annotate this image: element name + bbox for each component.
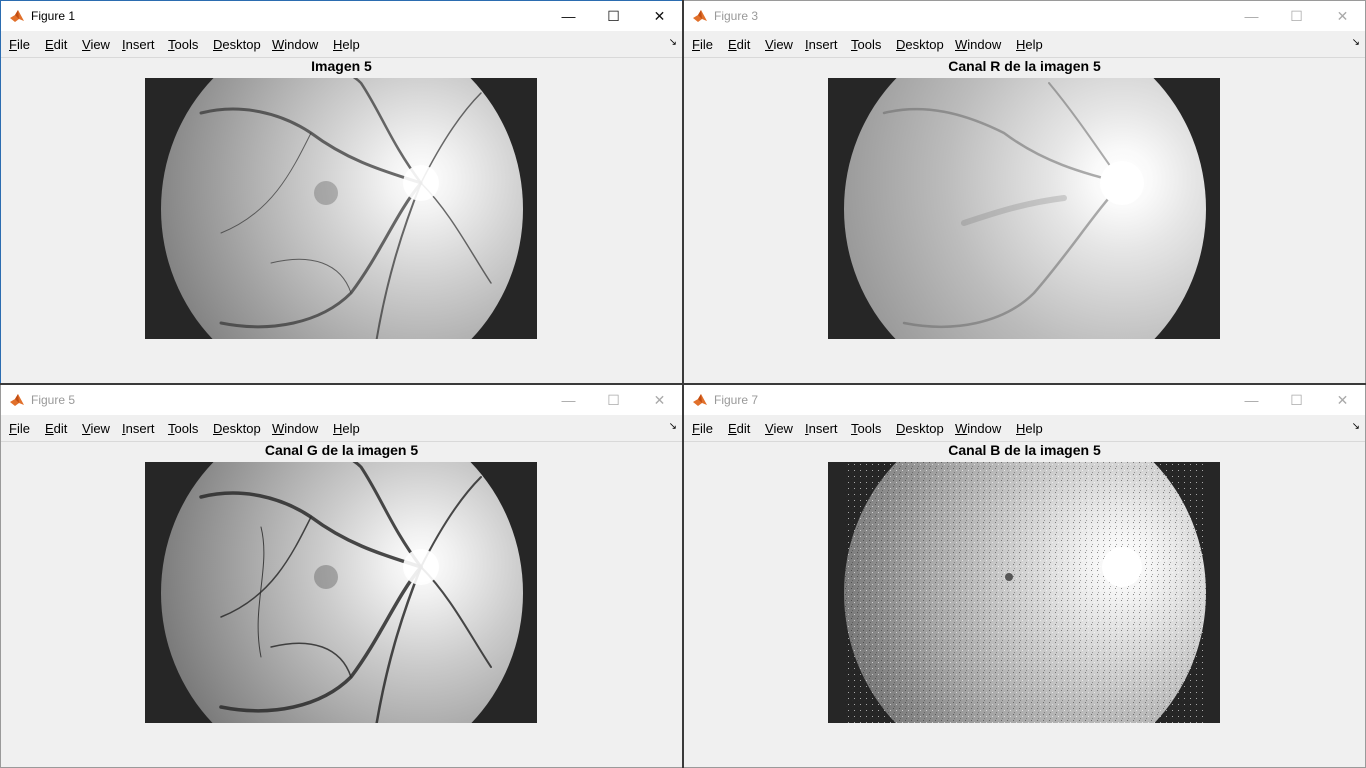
maximize-icon: ☐ — [1290, 391, 1303, 408]
matlab-icon — [10, 394, 24, 406]
menu-window[interactable]: Window — [955, 421, 1001, 436]
maximize-button[interactable]: ☐ — [1274, 385, 1319, 415]
menu-file[interactable]: File — [9, 37, 30, 52]
close-icon: ✕ — [1336, 391, 1349, 408]
image-axes[interactable] — [145, 78, 537, 339]
window-title: Figure 7 — [714, 393, 759, 407]
plot-title: Canal R de la imagen 5 — [948, 58, 1101, 74]
menu-tools[interactable]: Tools — [851, 421, 881, 436]
fundus-image — [161, 462, 523, 723]
menu-edit[interactable]: Edit — [45, 37, 67, 52]
dock-arrow-icon[interactable]: ↘ — [1352, 37, 1360, 48]
menu-tools[interactable]: Tools — [851, 37, 881, 52]
dock-arrow-icon[interactable]: ↘ — [669, 421, 677, 432]
menu-bar: File Edit View Insert Tools Desktop Wind… — [684, 415, 1365, 442]
close-button[interactable]: ✕ — [1320, 385, 1365, 415]
menu-file[interactable]: File — [9, 421, 30, 436]
menu-tools[interactable]: Tools — [168, 421, 198, 436]
window-title: Figure 5 — [31, 393, 76, 407]
maximize-icon: ☐ — [607, 391, 620, 408]
menu-help[interactable]: Help — [333, 421, 360, 436]
menu-insert[interactable]: Insert — [805, 421, 838, 436]
dock-arrow-icon[interactable]: ↘ — [669, 37, 677, 48]
fundus-image — [844, 462, 1206, 723]
matlab-icon — [693, 394, 707, 406]
menu-desktop[interactable]: Desktop — [896, 421, 944, 436]
menu-window[interactable]: Window — [272, 421, 318, 436]
minimize-icon: — — [1244, 8, 1259, 24]
menu-insert[interactable]: Insert — [122, 421, 155, 436]
menu-help[interactable]: Help — [1016, 37, 1043, 52]
menu-view[interactable]: View — [82, 421, 110, 436]
maximize-button[interactable]: ☐ — [591, 385, 636, 415]
minimize-button[interactable]: — — [1229, 1, 1274, 31]
maximize-icon: ☐ — [607, 7, 620, 24]
vessel-overlay — [199, 78, 492, 339]
close-icon: ✕ — [1336, 7, 1349, 24]
close-button[interactable]: ✕ — [637, 1, 682, 31]
image-axes[interactable] — [828, 462, 1220, 723]
image-axes[interactable] — [828, 78, 1220, 339]
menu-bar: File Edit View Insert Tools Desktop Wind… — [1, 31, 682, 58]
menu-edit[interactable]: Edit — [728, 421, 750, 436]
maximize-button[interactable]: ☐ — [591, 1, 636, 31]
matlab-icon — [10, 10, 24, 22]
plot-title: Canal G de la imagen 5 — [264, 442, 419, 458]
maximize-icon: ☐ — [1290, 7, 1303, 24]
minimize-button[interactable]: — — [546, 385, 591, 415]
menu-edit[interactable]: Edit — [45, 421, 67, 436]
minimize-icon: — — [1244, 392, 1259, 408]
figure-3-window[interactable]: Figure 3 — ☐ ✕ File Edit View Insert Too… — [683, 0, 1366, 384]
plot-title: Imagen 5 — [311, 58, 372, 74]
menu-view[interactable]: View — [765, 421, 793, 436]
window-divider-horizontal — [0, 383, 1366, 385]
menu-view[interactable]: View — [765, 37, 793, 52]
minimize-icon: — — [561, 8, 576, 24]
menu-insert[interactable]: Insert — [805, 37, 838, 52]
menu-file[interactable]: File — [692, 421, 713, 436]
menu-bar: File Edit View Insert Tools Desktop Wind… — [684, 31, 1365, 58]
menu-view[interactable]: View — [82, 37, 110, 52]
dock-arrow-icon[interactable]: ↘ — [1352, 421, 1360, 432]
title-bar[interactable]: Figure 7 — ☐ ✕ — [684, 385, 1365, 415]
figure-1-window[interactable]: Figure 1 — ☐ ✕ File Edit View Insert Too… — [0, 0, 683, 384]
menu-file[interactable]: File — [692, 37, 713, 52]
minimize-icon: — — [561, 392, 576, 408]
close-button[interactable]: ✕ — [1320, 1, 1365, 31]
close-icon: ✕ — [653, 391, 666, 408]
menu-bar: File Edit View Insert Tools Desktop Wind… — [1, 415, 682, 442]
maximize-button[interactable]: ☐ — [1274, 1, 1319, 31]
fundus-image — [161, 78, 523, 339]
menu-desktop[interactable]: Desktop — [213, 421, 261, 436]
menu-window[interactable]: Window — [955, 37, 1001, 52]
menu-help[interactable]: Help — [1016, 421, 1043, 436]
matlab-icon — [693, 10, 707, 22]
fundus-image — [844, 78, 1206, 339]
close-icon: ✕ — [653, 7, 666, 24]
menu-help[interactable]: Help — [333, 37, 360, 52]
figure-5-window[interactable]: Figure 5 — ☐ ✕ File Edit View Insert Too… — [0, 384, 683, 768]
menu-insert[interactable]: Insert — [122, 37, 155, 52]
title-bar[interactable]: Figure 1 — ☐ ✕ — [1, 1, 682, 31]
window-title: Figure 3 — [714, 9, 759, 23]
menu-desktop[interactable]: Desktop — [213, 37, 261, 52]
image-axes[interactable] — [145, 462, 537, 723]
plot-title: Canal B de la imagen 5 — [948, 442, 1101, 458]
title-bar[interactable]: Figure 3 — ☐ ✕ — [684, 1, 1365, 31]
close-button[interactable]: ✕ — [637, 385, 682, 415]
title-bar[interactable]: Figure 5 — ☐ ✕ — [1, 385, 682, 415]
noise-overlay — [844, 462, 1206, 723]
menu-tools[interactable]: Tools — [168, 37, 198, 52]
window-title: Figure 1 — [31, 9, 76, 23]
minimize-button[interactable]: — — [546, 1, 591, 31]
vessel-overlay — [199, 462, 492, 723]
menu-window[interactable]: Window — [272, 37, 318, 52]
minimize-button[interactable]: — — [1229, 385, 1274, 415]
figure-7-window[interactable]: Figure 7 — ☐ ✕ File Edit View Insert Too… — [683, 384, 1366, 768]
vessel-overlay — [882, 82, 1144, 328]
menu-edit[interactable]: Edit — [728, 37, 750, 52]
menu-desktop[interactable]: Desktop — [896, 37, 944, 52]
